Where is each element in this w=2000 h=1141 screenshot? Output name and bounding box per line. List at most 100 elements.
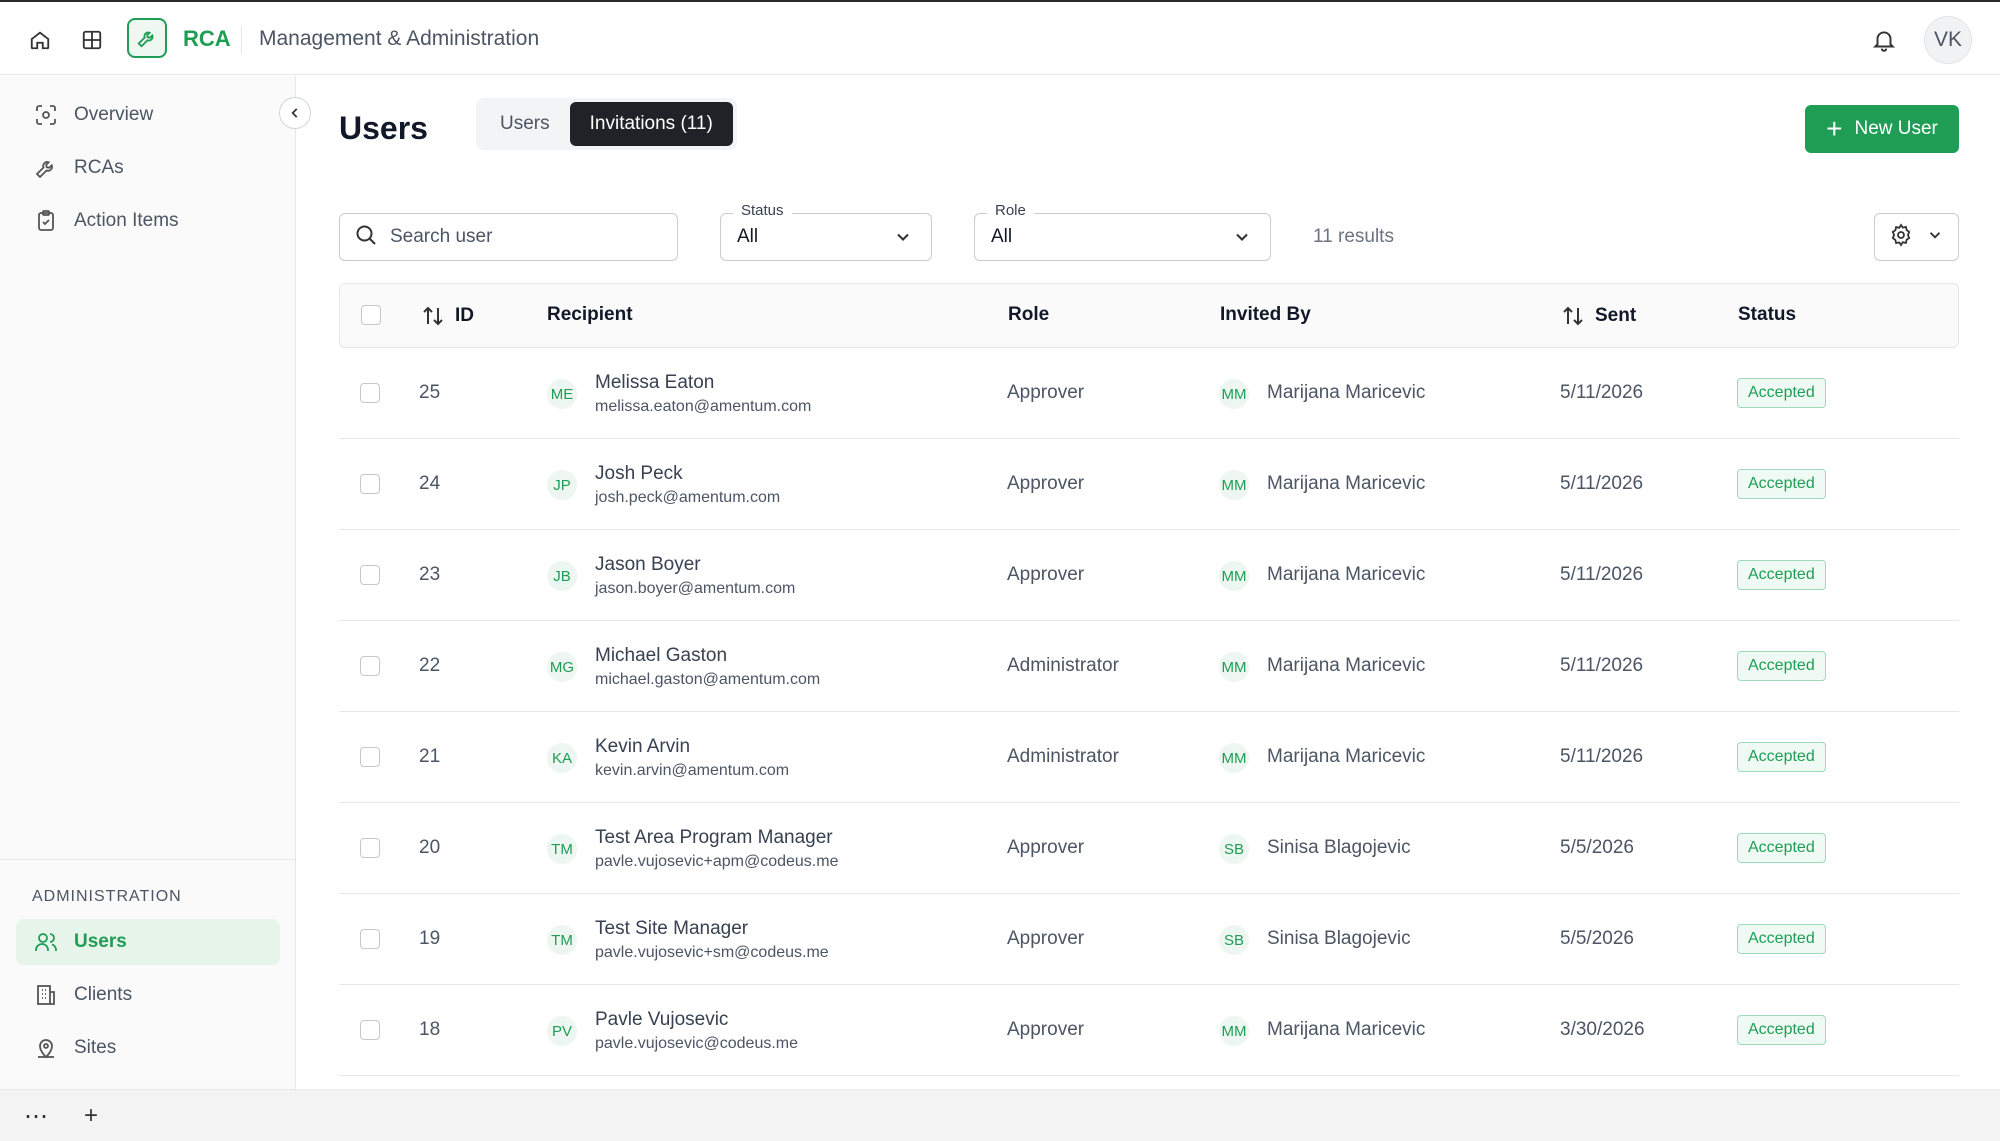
column-header-invited-by: Invited By [1220,304,1311,325]
row-checkbox[interactable] [360,383,380,403]
section-title: Management & Administration [259,27,540,50]
row-id: 23 [419,564,441,585]
inviter-avatar: MM [1219,379,1249,409]
row-sent: 5/11/2026 [1560,746,1644,767]
sidebar: Overview RCAs Action Items ADMINISTRATIO… [0,76,296,1089]
row-id: 25 [419,382,441,403]
table-row[interactable]: 23 JB Jason Boyer jason.boyer@amentum.co… [339,530,1959,621]
app-logo[interactable] [127,18,167,58]
chevron-down-icon [1926,226,1944,249]
sidebar-item-users[interactable]: Users [16,919,280,965]
recipient-avatar: JB [547,561,577,591]
bell-icon[interactable] [1866,22,1902,58]
status-badge: Accepted [1737,1015,1826,1045]
role-value: All [991,226,1013,247]
row-checkbox[interactable] [360,474,380,494]
add-button[interactable]: + [75,1100,107,1132]
home-icon[interactable] [24,24,56,56]
sidebar-item-label: Clients [74,984,133,1005]
status-badge: Accepted [1737,469,1826,499]
row-role: Approver [1007,1019,1085,1040]
inviter-name: Sinisa Blagojevic [1267,928,1411,949]
select-all-checkbox[interactable] [361,305,381,325]
row-role: Administrator [1007,655,1119,676]
sort-icon [1561,304,1585,328]
column-header-id[interactable]: ID [421,304,474,328]
table-row[interactable]: 18 PV Pavle Vujosevic pavle.vujosevic@co… [339,985,1959,1076]
inviter-name: Sinisa Blagojevic [1267,837,1411,858]
row-sent: 5/11/2026 [1560,564,1644,585]
search-input[interactable]: Search user [339,213,678,261]
status-select[interactable]: Status All [720,202,932,261]
column-header-sent[interactable]: Sent [1561,304,1636,328]
sidebar-item-label: RCAs [74,157,124,178]
row-checkbox[interactable] [360,838,380,858]
location-icon [32,1034,60,1062]
new-user-button[interactable]: + New User [1805,105,1959,153]
table-header: ID Recipient Role Invited By Sent Status [339,283,1959,348]
top-bar: RCA Management & Administration VK [0,0,2000,75]
row-sent: 5/11/2026 [1560,382,1644,403]
recipient-avatar: ME [547,379,577,409]
building-icon [32,981,60,1009]
status-badge: Accepted [1737,560,1826,590]
inviter-name: Marijana Maricevic [1267,1019,1426,1040]
status-value: All [737,226,759,247]
row-role: Approver [1007,382,1085,403]
recipient-email: jason.boyer@amentum.com [595,580,796,597]
sidebar-item-rcas[interactable]: RCAs [16,145,280,191]
row-sent: 5/5/2026 [1560,837,1634,858]
table-row[interactable]: 20 TM Test Area Program Manager pavle.vu… [339,803,1959,894]
recipient-email: melissa.eaton@amentum.com [595,398,812,415]
sort-icon [421,304,445,328]
inviter-name: Marijana Maricevic [1267,382,1426,403]
recipient-avatar: KA [547,743,577,773]
admin-heading: ADMINISTRATION [32,888,182,905]
table-row[interactable]: 25 ME Melissa Eaton melissa.eaton@amentu… [339,348,1959,439]
status-badge: Accepted [1737,651,1826,681]
plus-icon: + [1826,113,1843,144]
sidebar-item-action-items[interactable]: Action Items [16,198,280,244]
row-checkbox[interactable] [360,1020,380,1040]
more-button[interactable]: ⋯ [20,1100,52,1132]
sidebar-item-clients[interactable]: Clients [16,972,280,1018]
search-icon [354,223,378,252]
table-row[interactable]: 24 JP Josh Peck josh.peck@amentum.com Ap… [339,439,1959,530]
table-row[interactable]: 22 MG Michael Gaston michael.gaston@amen… [339,621,1959,712]
tab-invitations[interactable]: Invitations (11) [569,102,733,146]
role-select[interactable]: Role All [974,202,1271,261]
row-checkbox[interactable] [360,565,380,585]
inviter-avatar: MM [1219,561,1249,591]
sidebar-item-sites[interactable]: Sites [16,1025,280,1071]
tab-users[interactable]: Users [480,102,570,146]
inviter-avatar: MM [1219,743,1249,773]
status-badge: Accepted [1737,742,1826,772]
inviter-name: Marijana Maricevic [1267,655,1426,676]
inviter-name: Marijana Maricevic [1267,564,1426,585]
row-role: Approver [1007,837,1085,858]
new-user-label: New User [1854,118,1938,139]
recipient-email: josh.peck@amentum.com [595,489,781,506]
row-checkbox[interactable] [360,929,380,949]
row-checkbox[interactable] [360,747,380,767]
table-row[interactable]: 21 KA Kevin Arvin kevin.arvin@amentum.co… [339,712,1959,803]
status-badge: Accepted [1737,378,1826,408]
collapse-sidebar-button[interactable] [279,97,311,129]
tab-group: Users Invitations (11) [476,98,737,150]
row-sent: 5/11/2026 [1560,473,1644,494]
table-row[interactable]: 19 TM Test Site Manager pavle.vujosevic+… [339,894,1959,985]
row-checkbox[interactable] [360,656,380,676]
row-role: Administrator [1007,746,1119,767]
row-sent: 5/5/2026 [1560,928,1634,949]
recipient-avatar: TM [547,925,577,955]
recipient-email: michael.gaston@amentum.com [595,671,821,688]
app-name[interactable]: RCA [183,26,231,52]
grid-icon[interactable] [76,24,108,56]
sidebar-item-overview[interactable]: Overview [16,92,280,138]
user-avatar[interactable]: VK [1924,16,1972,64]
row-role: Approver [1007,928,1085,949]
inviter-name: Marijana Maricevic [1267,473,1426,494]
recipient-name: Jason Boyer [595,554,701,575]
sidebar-item-label: Action Items [74,210,179,231]
column-settings-button[interactable] [1874,213,1959,261]
